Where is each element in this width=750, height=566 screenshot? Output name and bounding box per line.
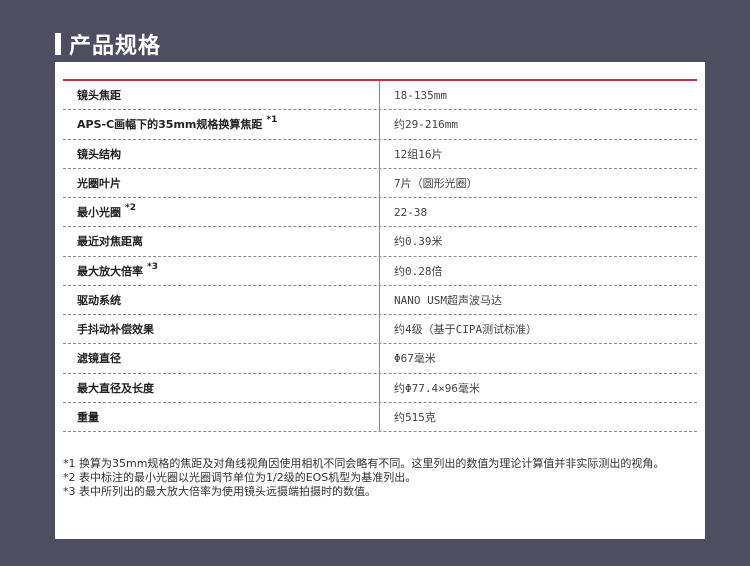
spec-value: 约0.28倍 [394, 264, 443, 278]
table-row: 镜头结构 12组16片 [63, 139, 697, 169]
table-row: 重量 约515克 [63, 402, 697, 432]
page-title: 产品规格 [69, 34, 162, 59]
spec-value: Φ67毫米 [394, 352, 436, 366]
header-accent-bar [55, 33, 61, 55]
table-row: 光圈叶片 7片（圆形光圈） [63, 168, 697, 198]
spec-label: 最小光圈 *2 [63, 198, 380, 227]
footnote-ref: *2 [125, 203, 136, 214]
page-header: 产品规格 [55, 28, 161, 60]
spec-value: 约4级（基于CIPA测试标准） [394, 323, 538, 337]
spec-label: 光圈叶片 [63, 168, 380, 197]
table-row: 最近对焦距离 约0.39米 [63, 227, 697, 257]
footnote-1: *1 换算为35mm规格的焦距及对角线视角因使用相机不同会略有不同。这里列出的数… [63, 457, 665, 470]
spec-value: NANO USM超声波马达 [394, 293, 502, 307]
footnote-ref: *1 [266, 115, 278, 126]
spec-label: 驱动系统 [63, 285, 380, 314]
spec-table: 镜头焦距 18-135mm APS-C画幅下的35mm规格换算焦距 *1 约29-… [63, 81, 697, 432]
spec-label: 重量 [63, 402, 380, 431]
spec-label: 最大直径及长度 [63, 373, 380, 402]
table-row: 驱动系统 NANO USM超声波马达 [63, 285, 697, 315]
spec-value: 约0.39米 [394, 235, 443, 249]
table-row: 最大放大倍率 *3 约0.28倍 [63, 256, 697, 286]
table-row: APS-C画幅下的35mm规格换算焦距 *1 约29-216mm [63, 110, 697, 140]
spec-value: 12组16片 [394, 147, 443, 161]
footnote-3: *3 表中所列出的最大放大倍率为使用镜头远摄端拍摄时的数值。 [63, 485, 376, 498]
spec-value: 约Φ77.4×96毫米 [394, 381, 480, 395]
footnote-ref: *3 [147, 261, 158, 272]
spec-value: 约29-216mm [394, 118, 458, 132]
table-row: 最大直径及长度 约Φ77.4×96毫米 [63, 373, 697, 403]
table-row: 最小光圈 *2 22-38 [63, 198, 697, 228]
table-row: 滤镜直径 Φ67毫米 [63, 344, 697, 374]
spec-label: 手抖动补偿效果 [63, 315, 380, 344]
spec-label: APS-C画幅下的35mm规格换算焦距 *1 [63, 110, 380, 139]
spec-panel: 镜头焦距 18-135mm APS-C画幅下的35mm规格换算焦距 *1 约29-… [55, 62, 705, 539]
spec-label: 最近对焦距离 [63, 227, 380, 256]
spec-label: 滤镜直径 [63, 344, 380, 373]
table-row: 镜头焦距 18-135mm [63, 81, 697, 111]
spec-value: 约515克 [394, 410, 436, 424]
spec-label: 镜头焦距 [63, 81, 380, 110]
spec-value: 7片（圆形光圈） [394, 176, 478, 190]
spec-label: 镜头结构 [63, 139, 380, 168]
spec-value: 18-135mm [394, 88, 447, 102]
spec-value: 22-38 [394, 205, 428, 219]
footnote-2: *2 表中标注的最小光圈以光圈调节单位为1/2级的EOS机型为基准列出。 [63, 471, 417, 484]
table-row: 手抖动补偿效果 约4级（基于CIPA测试标准） [63, 315, 697, 345]
footnotes: *1 换算为35mm规格的焦距及对角线视角因使用相机不同会略有不同。这里列出的数… [63, 457, 697, 499]
spec-label: 最大放大倍率 *3 [63, 256, 380, 285]
